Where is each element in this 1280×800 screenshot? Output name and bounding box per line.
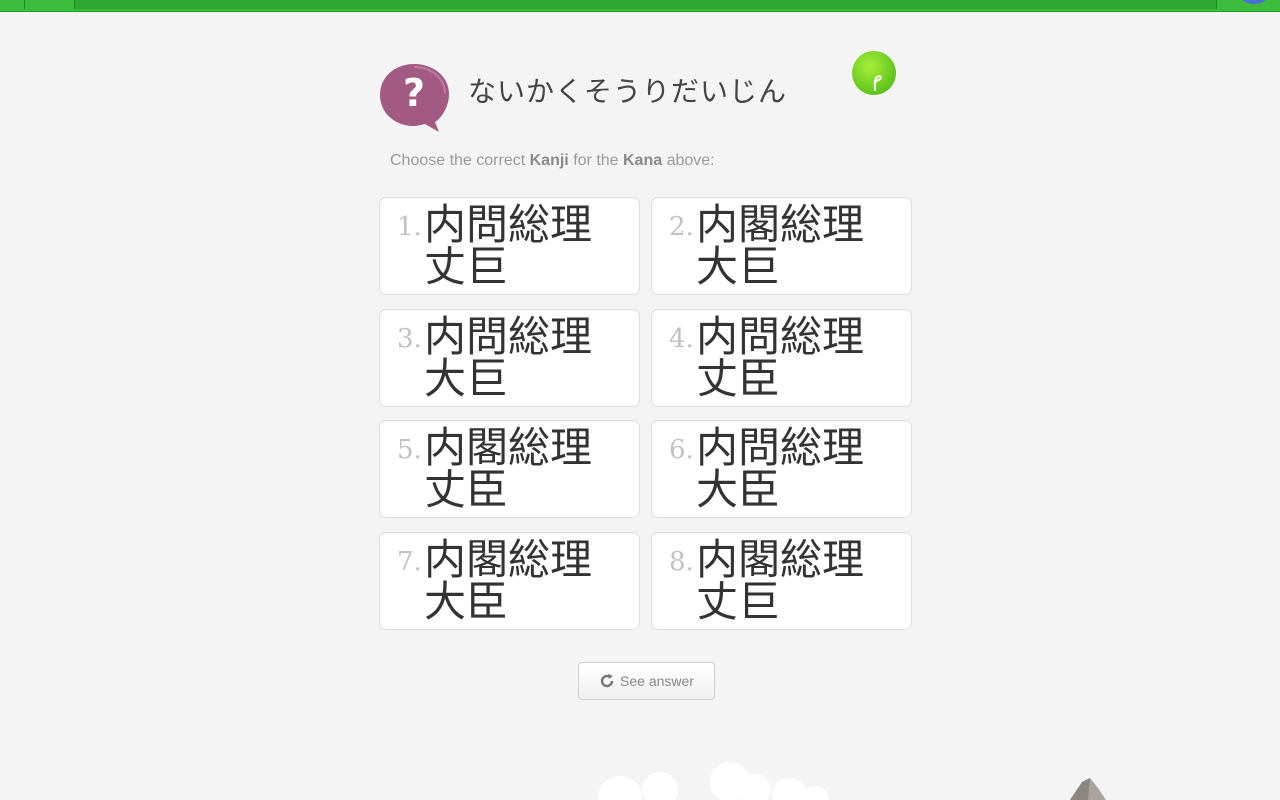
refresh-icon: [599, 673, 615, 689]
option-number: 4.: [669, 324, 694, 354]
sprout-icon: [851, 50, 897, 96]
answer-option-1[interactable]: 1. 内問総理丈巨: [379, 197, 640, 295]
option-kanji: 内問総理大巨: [424, 312, 593, 403]
option-number: 5.: [397, 435, 422, 465]
answer-option-4[interactable]: 4. 内問総理丈臣: [651, 309, 912, 407]
see-answer-button[interactable]: See answer: [578, 662, 715, 700]
question-bubble-icon: ?: [379, 62, 451, 134]
option-kanji: 内問総理丈臣: [696, 312, 865, 403]
option-kanji: 内閣総理丈巨: [696, 535, 865, 626]
answer-option-3[interactable]: 3. 内問総理大巨: [379, 309, 640, 407]
kana-prompt: ないかくそうりだいじん: [468, 75, 788, 108]
answer-option-7[interactable]: 7. 内閣総理大臣: [379, 532, 640, 630]
top-bar-divider: [24, 0, 25, 9]
answer-option-6[interactable]: 6. 内問総理大臣: [651, 420, 912, 518]
option-number: 7.: [397, 547, 422, 577]
option-kanji: 内問総理大臣: [696, 423, 865, 514]
svg-text:?: ?: [403, 71, 425, 115]
option-number: 6.: [669, 435, 694, 465]
option-kanji: 内閣総理丈臣: [424, 423, 593, 514]
see-answer-label: See answer: [620, 673, 694, 689]
option-number: 8.: [669, 547, 694, 577]
answer-option-5[interactable]: 5. 内閣総理丈臣: [379, 420, 640, 518]
option-number: 2.: [669, 212, 694, 242]
top-bar: [0, 0, 1280, 12]
user-avatar[interactable]: [1240, 0, 1268, 4]
cloud-decoration: [580, 760, 840, 800]
option-number: 3.: [397, 324, 422, 354]
option-number: 1.: [397, 212, 422, 242]
answer-option-2[interactable]: 2. 内閣総理大巨: [651, 197, 912, 295]
top-bar-progress: [74, 0, 1217, 9]
answer-option-8[interactable]: 8. 内閣総理丈巨: [651, 532, 912, 630]
rock-decoration: [1068, 778, 1108, 800]
option-kanji: 内閣総理大巨: [696, 200, 865, 291]
option-kanji: 内閣総理大臣: [424, 535, 593, 626]
option-kanji: 内問総理丈巨: [424, 200, 593, 291]
instruction-text: Choose the correct Kanji for the Kana ab…: [390, 152, 715, 169]
